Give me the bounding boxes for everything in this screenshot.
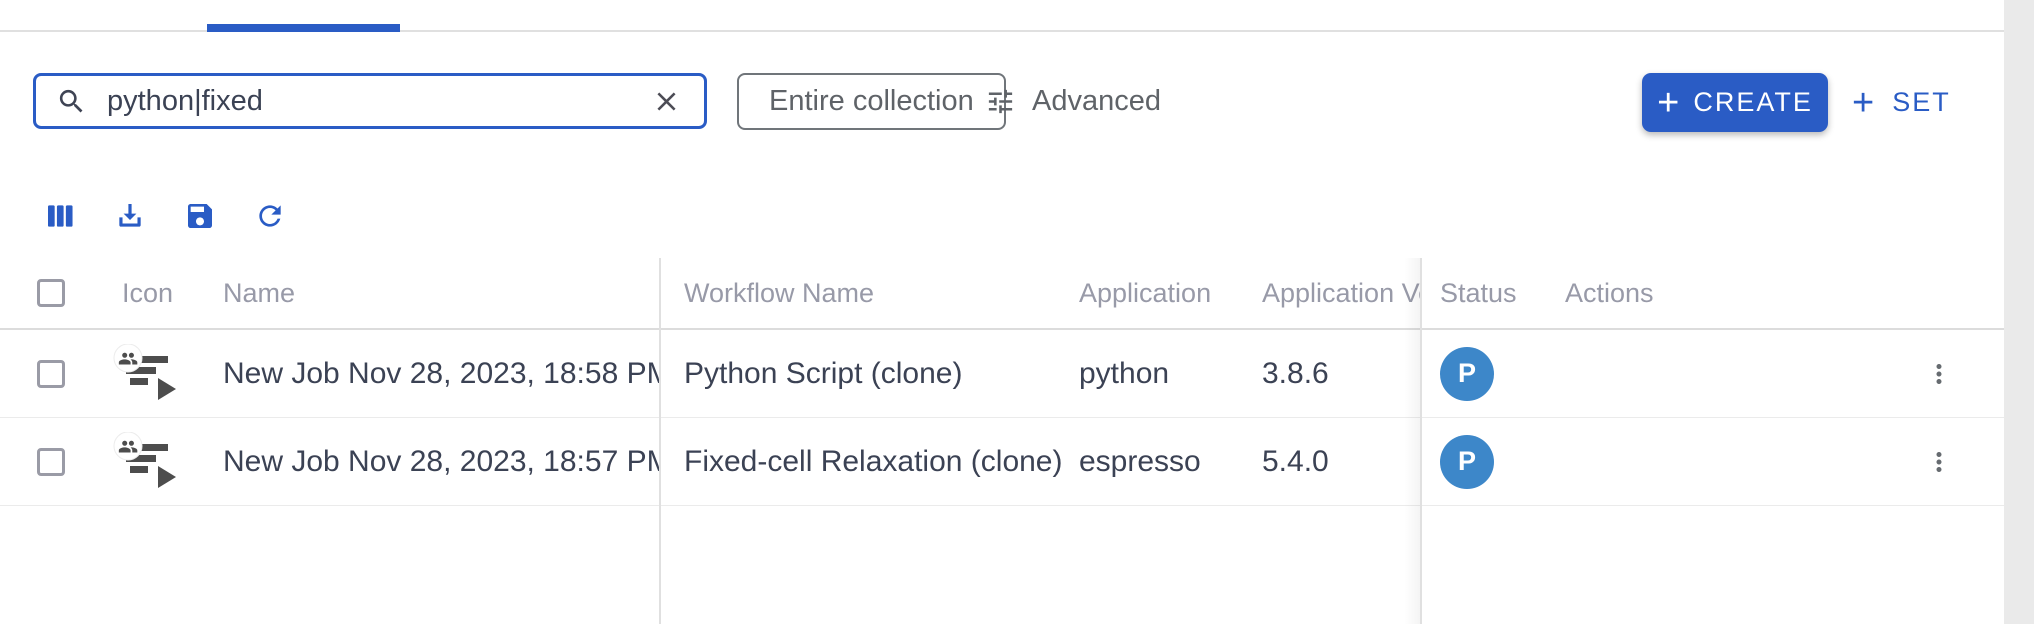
refresh-icon bbox=[254, 200, 286, 232]
save-button[interactable] bbox=[184, 200, 216, 232]
column-header-application-version[interactable]: Application Version bbox=[1262, 258, 1420, 328]
job-icon bbox=[110, 432, 180, 492]
collection-scope-button[interactable]: Entire collection bbox=[737, 73, 1006, 130]
column-header-actions: Actions bbox=[1545, 258, 2005, 328]
search-icon bbox=[56, 86, 87, 117]
advanced-filter-button[interactable]: Advanced bbox=[985, 73, 1161, 130]
status-badge: P bbox=[1440, 435, 1494, 489]
column-divider bbox=[659, 258, 661, 624]
job-workflow-name: Fixed-cell Relaxation (clone) bbox=[660, 418, 1079, 505]
vertical-scrollbar[interactable] bbox=[2004, 0, 2034, 624]
create-button[interactable]: + CREATE bbox=[1642, 73, 1828, 132]
column-header-application[interactable]: Application bbox=[1079, 258, 1262, 328]
table-header-row: Icon Name Workflow Name Application Appl… bbox=[0, 258, 2034, 330]
column-header-name[interactable]: Name bbox=[205, 258, 660, 328]
search-box[interactable] bbox=[33, 73, 707, 129]
table-row[interactable]: New Job Nov 28, 2023, 18:58 PM Python Sc… bbox=[0, 330, 2034, 418]
column-header-workflow[interactable]: Workflow Name bbox=[660, 258, 1079, 328]
job-application: espresso bbox=[1079, 418, 1262, 505]
save-icon bbox=[184, 200, 216, 232]
jobs-list-page: Entire collection Advanced + CREATE + SE… bbox=[0, 0, 2034, 624]
job-application-version: 5.4.0 bbox=[1262, 418, 1420, 505]
columns-icon bbox=[44, 200, 76, 232]
row-actions-menu-button[interactable] bbox=[1917, 352, 1961, 396]
job-icon bbox=[110, 344, 180, 404]
search-input[interactable] bbox=[107, 85, 649, 118]
kebab-icon bbox=[1924, 359, 1954, 389]
download-button[interactable] bbox=[114, 200, 146, 232]
clear-search-button[interactable] bbox=[649, 84, 684, 119]
job-application: python bbox=[1079, 330, 1262, 417]
job-workflow-name: Python Script (clone) bbox=[660, 330, 1079, 417]
tab-bar bbox=[0, 0, 2034, 32]
select-row-checkbox[interactable] bbox=[37, 448, 65, 476]
columns-button[interactable] bbox=[44, 200, 76, 232]
column-header-icon[interactable]: Icon bbox=[90, 258, 205, 328]
select-all-checkbox[interactable] bbox=[37, 279, 65, 307]
table-row[interactable]: New Job Nov 28, 2023, 18:57 PM Fixed-cel… bbox=[0, 418, 2034, 506]
set-button[interactable]: + SET bbox=[1852, 73, 1951, 132]
kebab-icon bbox=[1924, 447, 1954, 477]
pinned-column-shadow bbox=[1404, 258, 1420, 624]
job-name[interactable]: New Job Nov 28, 2023, 18:58 PM bbox=[205, 330, 660, 417]
jobs-table: Icon Name Workflow Name Application Appl… bbox=[0, 258, 2034, 624]
advanced-label: Advanced bbox=[1032, 85, 1161, 118]
active-tab-indicator bbox=[207, 24, 400, 32]
column-header-status[interactable]: Status bbox=[1420, 258, 1545, 328]
create-button-label: CREATE bbox=[1693, 87, 1813, 118]
plus-icon: + bbox=[1657, 84, 1679, 122]
set-button-label: SET bbox=[1892, 87, 1951, 118]
job-name[interactable]: New Job Nov 28, 2023, 18:57 PM bbox=[205, 418, 660, 505]
collection-scope-label: Entire collection bbox=[769, 85, 974, 118]
plus-icon: + bbox=[1852, 84, 1874, 122]
job-application-version: 3.8.6 bbox=[1262, 330, 1420, 417]
row-actions-menu-button[interactable] bbox=[1917, 440, 1961, 484]
refresh-button[interactable] bbox=[254, 200, 286, 232]
status-badge: P bbox=[1440, 347, 1494, 401]
table-body: New Job Nov 28, 2023, 18:58 PM Python Sc… bbox=[0, 330, 2034, 506]
tune-icon bbox=[985, 86, 1016, 117]
select-row-checkbox[interactable] bbox=[37, 360, 65, 388]
table-toolbar bbox=[44, 200, 286, 232]
download-icon bbox=[114, 200, 146, 232]
close-icon bbox=[651, 86, 682, 117]
column-divider bbox=[1420, 258, 1422, 624]
